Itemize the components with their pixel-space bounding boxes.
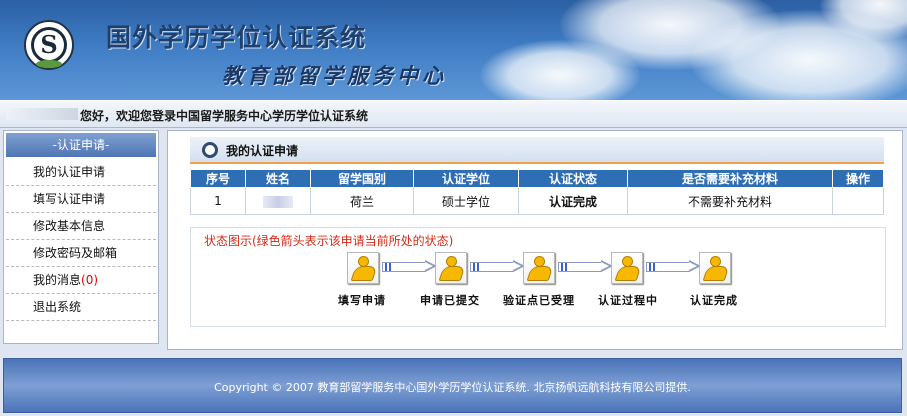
table-row: 1 荷兰 硕士学位 认证完成 不需要补充材料: [190, 187, 884, 215]
sidebar-item-label: 修改基本信息: [33, 219, 106, 233]
arrow-right-icon: [558, 260, 614, 272]
cell-name: [245, 187, 311, 215]
sidebar-item-messages[interactable]: 我的消息(0): [6, 267, 156, 294]
person-running-icon: [523, 252, 555, 284]
cell-supplement: 不需要补充材料: [627, 187, 833, 215]
step-label: 申请已提交: [420, 294, 480, 307]
welcome-bar: 您好，欢迎您登录中国留学服务中心学历学位认证系统: [0, 100, 907, 128]
column-header: 留学国别: [310, 169, 414, 188]
step-label: 填写申请: [338, 294, 386, 307]
sidebar-item-change-password[interactable]: 修改密码及邮箱: [6, 240, 156, 267]
step-label: 认证完成: [690, 294, 738, 307]
copyright-text: Copyright © 2007 教育部留学服务中心国外学历学位认证系统. 北京…: [214, 381, 691, 394]
step-label: 验证点已受理: [503, 294, 575, 307]
sidebar-item-label: 退出系统: [33, 300, 82, 314]
status-diagram-title: 状态图示(绿色箭头表示该申请当前所处的状态): [204, 234, 454, 248]
person-running-icon: [435, 252, 467, 284]
arrow-right-icon: [382, 260, 438, 272]
sidebar-item-my-applications[interactable]: 我的认证申请: [6, 159, 156, 186]
header-banner: S 国外学历学位认证系统 教育部留学服务中心: [0, 0, 907, 100]
column-header: 序号: [190, 169, 246, 188]
logo-letter: S: [40, 30, 58, 59]
step-label: 认证过程中: [598, 294, 658, 307]
cell-index: 1: [190, 187, 246, 215]
footer: Copyright © 2007 教育部留学服务中心国外学历学位认证系统. 北京…: [3, 358, 902, 413]
column-header: 认证状态: [518, 169, 628, 188]
main-panel: 我的认证申请 序号 姓名 留学国别 认证学位 认证状态 是否需要补充材料 操作 …: [167, 130, 903, 350]
panel-header: 我的认证申请: [190, 137, 884, 164]
cell-country: 荷兰: [310, 187, 414, 215]
person-running-icon: [347, 252, 379, 284]
sidebar: -认证申请- 我的认证申请 填写认证申请 修改基本信息 修改密码及邮箱 我的消息…: [3, 130, 159, 344]
column-header: 认证学位: [413, 169, 519, 188]
column-header: 姓名: [245, 169, 311, 188]
table-header-row: 序号 姓名 留学国别 认证学位 认证状态 是否需要补充材料 操作: [190, 169, 884, 188]
radio-bullet-icon: [202, 142, 218, 158]
sidebar-item-label: 我的认证申请: [33, 165, 106, 179]
redacted-name: [263, 195, 293, 208]
cell-status: 认证完成: [518, 187, 628, 215]
message-count-badge: (0): [81, 273, 99, 287]
applications-table: 序号 姓名 留学国别 认证学位 认证状态 是否需要补充材料 操作 1 荷兰 硕士…: [190, 169, 884, 215]
panel-title: 我的认证申请: [226, 144, 299, 158]
sidebar-item-label: 我的消息: [33, 273, 82, 287]
column-header: 操作: [832, 169, 884, 188]
welcome-text: 您好，欢迎您登录中国留学服务中心学历学位认证系统: [80, 109, 369, 123]
cell-action: [832, 187, 884, 215]
person-running-icon: [699, 252, 731, 284]
sidebar-item-label: 修改密码及邮箱: [33, 246, 118, 260]
sidebar-item-logout[interactable]: 退出系统: [6, 294, 156, 321]
sidebar-item-edit-profile[interactable]: 修改基本信息: [6, 213, 156, 240]
arrow-right-icon: [646, 260, 702, 272]
redacted-username: [6, 108, 78, 120]
status-diagram: 状态图示(绿色箭头表示该申请当前所处的状态) 填写申请 申请已提交 验证点已受理…: [190, 227, 886, 327]
column-header: 是否需要补充材料: [627, 169, 833, 188]
cell-degree: 硕士学位: [413, 187, 519, 215]
site-title: 国外学历学位认证系统: [106, 23, 367, 52]
sidebar-item-new-application[interactable]: 填写认证申请: [6, 186, 156, 213]
arrow-right-icon: [470, 260, 526, 272]
site-subtitle: 教育部留学服务中心: [222, 63, 447, 88]
person-running-icon: [611, 252, 643, 284]
sidebar-heading: -认证申请-: [6, 133, 156, 157]
logo-icon: S: [24, 20, 74, 70]
sidebar-item-label: 填写认证申请: [33, 192, 106, 206]
